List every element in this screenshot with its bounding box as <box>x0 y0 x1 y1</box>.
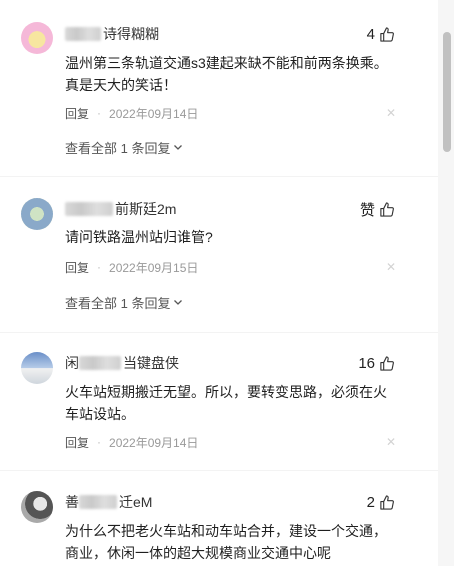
thumbs-up-icon <box>380 355 394 371</box>
chevron-down-icon <box>174 300 183 305</box>
avatar[interactable] <box>21 198 53 230</box>
comment-text: 为什么不把老火车站和动车站合并，建设一个交通，商业，休闲一体的超大规模商业交通中… <box>65 523 387 561</box>
comment-author[interactable]: 前斯廷2m <box>65 199 176 219</box>
comments-page: 诗得糊糊 4 温州第三条轨道交通s3建起来缺不能和前两条换乘。真是天大的笑话！ … <box>0 0 454 566</box>
like-button[interactable]: 4 <box>367 24 394 44</box>
close-icon[interactable]: ✕ <box>386 434 396 450</box>
view-all-label: 查看全部 1 条回复 <box>65 140 171 156</box>
author-name: 当键盘侠 <box>123 355 179 371</box>
comment-text: 请问铁路温州站归谁管? <box>65 229 213 245</box>
blurred-name <box>79 495 117 509</box>
scrollbar-thumb[interactable] <box>443 32 451 152</box>
like-button[interactable]: 赞 <box>360 199 394 219</box>
chevron-down-icon <box>174 145 183 150</box>
avatar[interactable] <box>21 352 53 384</box>
comment-text: 火车站短期搬迁无望。所以，要转变思路，必须在火车站设站。 <box>65 384 387 422</box>
author-name: 迁eM <box>119 494 153 510</box>
divider <box>0 332 440 333</box>
comment-meta: 回复 · 2022年09月14日 <box>65 434 198 450</box>
comment-author[interactable]: 闲 当键盘侠 <box>65 353 179 373</box>
like-count: 16 <box>358 354 375 372</box>
comment-date: 2022年09月14日 <box>109 435 199 450</box>
reply-button[interactable]: 回复 <box>65 259 89 276</box>
view-all-label: 查看全部 1 条回复 <box>65 295 171 311</box>
close-icon[interactable]: ✕ <box>386 105 396 121</box>
thumbs-up-icon <box>380 494 394 510</box>
blurred-name <box>65 202 113 216</box>
separator-dot: · <box>97 260 102 274</box>
divider <box>0 176 440 177</box>
comment-meta: 回复 · 2022年09月14日 <box>65 105 198 121</box>
author-name: 前斯廷2m <box>115 201 177 217</box>
blurred-name <box>65 27 101 41</box>
divider <box>0 470 440 471</box>
close-icon[interactable]: ✕ <box>386 259 396 275</box>
like-count: 4 <box>366 25 375 43</box>
like-button[interactable]: 16 <box>358 353 394 373</box>
avatar[interactable] <box>21 22 53 54</box>
comment-text: 温州第三条轨道交通s3建起来缺不能和前两条换乘。真是天大的笑话！ <box>65 55 388 93</box>
view-all-replies[interactable]: 查看全部 1 条回复 <box>65 293 183 311</box>
blurred-name <box>79 356 121 370</box>
view-all-replies[interactable]: 查看全部 1 条回复 <box>65 138 183 156</box>
like-count: 赞 <box>359 201 375 219</box>
separator-dot: · <box>97 435 102 449</box>
avatar[interactable] <box>21 491 53 523</box>
like-count: 2 <box>366 493 375 511</box>
separator-dot: · <box>97 106 102 120</box>
comment-date: 2022年09月15日 <box>109 260 199 275</box>
comment-meta: 回复 · 2022年09月15日 <box>65 259 198 275</box>
thumbs-up-icon <box>380 201 394 217</box>
reply-button[interactable]: 回复 <box>65 105 89 122</box>
comment-author[interactable]: 诗得糊糊 <box>65 24 159 44</box>
thumbs-up-icon <box>380 26 394 42</box>
reply-button[interactable]: 回复 <box>65 434 89 451</box>
comment-author[interactable]: 善 迁eM <box>65 492 152 512</box>
comment-date: 2022年09月14日 <box>109 106 199 121</box>
author-name-prefix: 闲 <box>65 355 79 371</box>
like-button[interactable]: 2 <box>367 492 394 512</box>
author-name: 诗得糊糊 <box>103 26 159 42</box>
author-name-prefix: 善 <box>65 494 79 510</box>
